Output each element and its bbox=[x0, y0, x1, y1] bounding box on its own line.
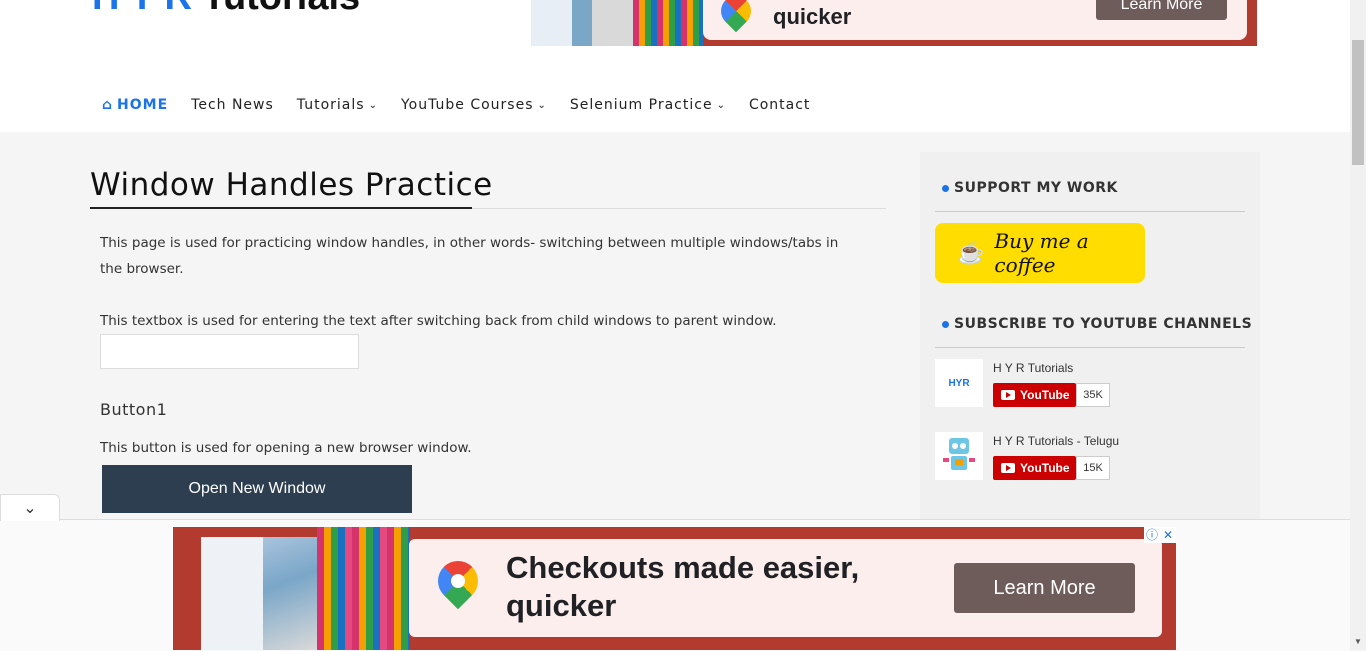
support-divider bbox=[935, 211, 1245, 212]
button1-heading: Button1 bbox=[100, 400, 168, 419]
chevron-down-icon: ⌄ bbox=[716, 99, 726, 111]
page-scrollbar[interactable]: ▼ bbox=[1350, 0, 1366, 650]
top-ad-banner[interactable]: quicker Learn More bbox=[531, 0, 1257, 46]
open-new-window-button[interactable]: Open New Window bbox=[102, 465, 412, 513]
name-textbox[interactable] bbox=[100, 334, 359, 369]
subscribe-heading: SUBSCRIBE TO YOUTUBE CHANNELS bbox=[942, 316, 1252, 332]
ad-fabric-image bbox=[317, 527, 409, 650]
ad-fabric-image bbox=[633, 0, 703, 46]
youtube-label: YouTube bbox=[1020, 461, 1070, 475]
channel-name: H Y R Tutorials bbox=[993, 361, 1074, 375]
nav-youtube-courses[interactable]: YouTube Courses ⌄ bbox=[401, 97, 547, 113]
youtube-label: YouTube bbox=[1020, 388, 1070, 402]
bottom-ad-banner[interactable]: Checkouts made easier, quicker Learn Mor… bbox=[173, 527, 1176, 650]
nav-tech-news[interactable]: Tech News bbox=[191, 97, 274, 113]
channel-avatar[interactable]: HYR bbox=[935, 359, 983, 407]
nav-youtube-courses-label: YouTube Courses bbox=[400, 97, 534, 113]
nav-contact-label: Contact bbox=[748, 97, 811, 113]
robot-avatar-icon[interactable] bbox=[935, 432, 983, 480]
ad-close-icon[interactable]: ✕ bbox=[1160, 527, 1176, 543]
coffee-cup-icon: ☕ bbox=[957, 240, 985, 265]
nav-tutorials[interactable]: Tutorials ⌄ bbox=[297, 97, 378, 113]
buy-me-a-coffee-button[interactable]: ☕ Buy me a coffee bbox=[935, 223, 1145, 283]
page-title: Window Handles Practice bbox=[90, 167, 493, 203]
chevron-down-icon: ⌄ bbox=[368, 99, 378, 111]
bottom-ad-headline: Checkouts made easier, quicker bbox=[506, 550, 860, 623]
subscribe-divider bbox=[935, 347, 1245, 348]
chevron-down-icon: ⌄ bbox=[537, 99, 547, 111]
nav-tech-news-label: Tech News bbox=[191, 97, 274, 113]
site-logo[interactable]: H Y R Tutorials bbox=[92, 0, 360, 16]
ad-map-image bbox=[263, 537, 317, 650]
ad-checkout-thumbnail bbox=[201, 537, 317, 650]
scrollbar-thumb[interactable] bbox=[1352, 40, 1364, 165]
channel-hyr: HYR H Y R Tutorials YouTube 35K bbox=[935, 359, 1245, 409]
ad-thumbnail bbox=[531, 0, 633, 46]
top-ad-headline: quicker bbox=[773, 4, 852, 29]
hyr-avatar-text: HYR bbox=[948, 377, 970, 389]
chevron-down-icon: ⌄ bbox=[23, 500, 37, 517]
nav-selenium-practice-label: Selenium Practice bbox=[569, 97, 713, 113]
button1-info: This button is used for opening a new br… bbox=[100, 440, 472, 456]
channel-name: H Y R Tutorials - Telugu bbox=[993, 434, 1120, 448]
subscribe-heading-label: SUBSCRIBE TO YOUTUBE CHANNELS bbox=[954, 316, 1253, 332]
youtube-subscribe-button[interactable]: YouTube bbox=[993, 383, 1076, 407]
support-heading-label: SUPPORT MY WORK bbox=[954, 180, 1118, 196]
logo-hyr: H Y R bbox=[92, 0, 192, 18]
youtube-subscribe-button[interactable]: YouTube bbox=[993, 456, 1076, 480]
main-nav: ⌂ HOME Tech News Tutorials ⌄ YouTube Cou… bbox=[102, 97, 833, 113]
robot-icon bbox=[943, 438, 975, 470]
logo-tutorials: Tutorials bbox=[203, 0, 361, 18]
nav-home-label: HOME bbox=[117, 97, 169, 113]
site-header: H Y R Tutorials quicker Learn More ⌂ HOM… bbox=[0, 0, 1350, 132]
support-heading: SUPPORT MY WORK bbox=[942, 180, 1118, 196]
top-ad-learn-more-button[interactable]: Learn More bbox=[1096, 0, 1227, 20]
subscriber-count: 15K bbox=[1076, 456, 1110, 480]
collapse-ad-button[interactable]: ⌄ bbox=[0, 494, 60, 521]
channel-hyr-telugu: H Y R Tutorials - Telugu YouTube 15K bbox=[935, 432, 1245, 482]
home-icon: ⌂ bbox=[102, 97, 114, 113]
coffee-label: Buy me a coffee bbox=[994, 229, 1089, 277]
nav-selenium-practice[interactable]: Selenium Practice ⌄ bbox=[570, 97, 726, 113]
nav-home[interactable]: ⌂ HOME bbox=[102, 97, 168, 113]
bullet-icon bbox=[942, 320, 949, 328]
ad-info-icon[interactable]: ⓘ bbox=[1144, 527, 1160, 543]
nav-tutorials-label: Tutorials bbox=[296, 97, 365, 113]
sidebar: SUPPORT MY WORK ☕ Buy me a coffee SUBSCR… bbox=[920, 152, 1260, 532]
nav-contact[interactable]: Contact bbox=[749, 97, 810, 113]
textbox-info: This textbox is used for entering the te… bbox=[100, 313, 777, 329]
ad-choices[interactable]: ⓘ ✕ bbox=[1144, 527, 1176, 543]
title-underline bbox=[90, 207, 472, 209]
subscriber-count: 35K bbox=[1076, 383, 1110, 407]
scroll-down-arrow-icon[interactable]: ▼ bbox=[1354, 637, 1362, 646]
youtube-play-icon bbox=[1001, 463, 1015, 473]
bullet-icon bbox=[942, 184, 949, 192]
bottom-ad-learn-more-button[interactable]: Learn More bbox=[954, 563, 1135, 613]
intro-text: This page is used for practicing window … bbox=[100, 235, 839, 277]
youtube-play-icon bbox=[1001, 390, 1015, 400]
